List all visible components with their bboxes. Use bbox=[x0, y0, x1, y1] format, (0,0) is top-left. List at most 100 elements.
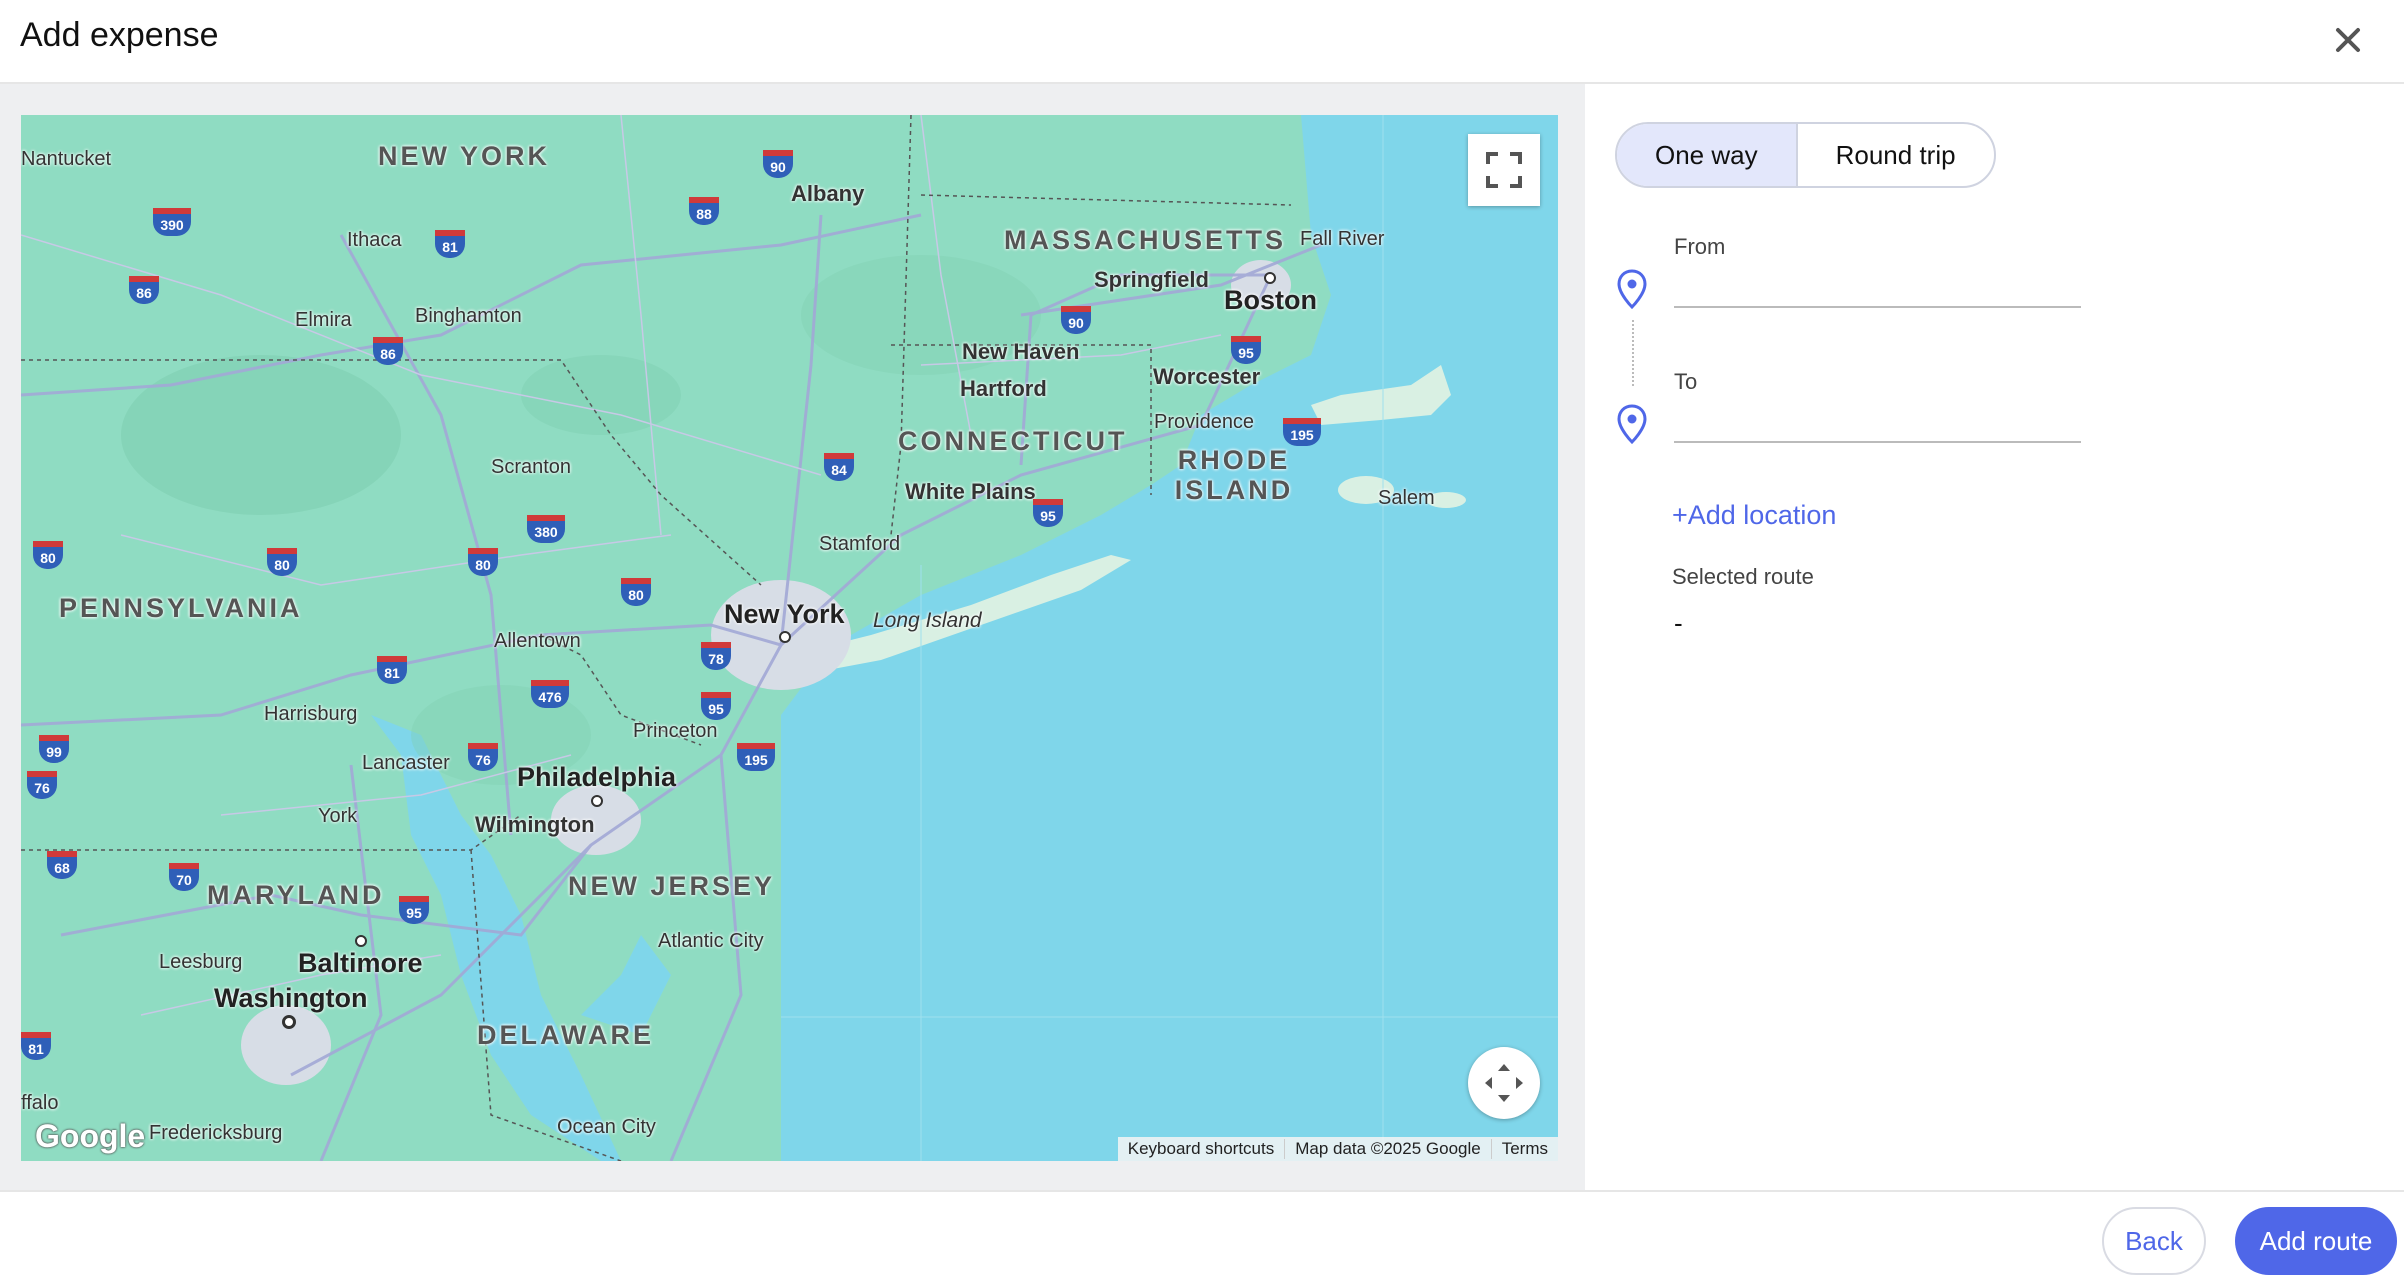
city-label: Fall River bbox=[1300, 228, 1385, 250]
interstate-shield: 80 bbox=[33, 541, 63, 569]
interstate-shield: 99 bbox=[39, 735, 69, 763]
interstate-shield: 88 bbox=[689, 197, 719, 225]
city-label: York bbox=[318, 805, 358, 827]
fullscreen-icon bbox=[1486, 152, 1522, 188]
city-label: Boston bbox=[1224, 285, 1317, 315]
water-label: Long Island bbox=[873, 609, 982, 632]
route-panel: One way Round trip From To +Add location… bbox=[1585, 84, 2404, 1190]
interstate-shield: 81 bbox=[21, 1032, 51, 1060]
close-button[interactable] bbox=[2326, 18, 2370, 62]
dialog-footer: Back Add route bbox=[0, 1190, 2404, 1286]
map-attribution: Keyboard shortcuts Map data ©2025 Google… bbox=[1117, 1137, 1558, 1161]
city-label: ffalo bbox=[21, 1092, 59, 1114]
state-label: MASSACHUSETTS bbox=[1004, 225, 1287, 255]
state-label: MARYLAND bbox=[207, 880, 385, 910]
interstate-shield: 80 bbox=[267, 548, 297, 576]
interstate-shield: 81 bbox=[435, 230, 465, 258]
google-logo: Google bbox=[35, 1118, 146, 1154]
city-label: Fredericksburg bbox=[149, 1122, 283, 1144]
city-dot bbox=[779, 631, 791, 643]
round-trip-option[interactable]: Round trip bbox=[1798, 124, 1994, 186]
city-label: Providence bbox=[1154, 411, 1255, 433]
city-label: Albany bbox=[791, 181, 865, 206]
city-label: Ocean City bbox=[557, 1116, 656, 1138]
city-label: Atlantic City bbox=[658, 930, 764, 952]
selected-route-label: Selected route bbox=[1672, 564, 1814, 589]
city-label: Leesburg bbox=[159, 951, 243, 973]
interstate-shield: 68 bbox=[47, 851, 77, 879]
interstate-shield: 390 bbox=[153, 208, 191, 236]
map[interactable]: NEW YORK MASSACHUSETTS CONNECTICUT RHODE… bbox=[21, 115, 1558, 1161]
city-dot bbox=[355, 935, 367, 947]
state-label: NEW JERSEY bbox=[568, 871, 776, 901]
city-dot bbox=[1264, 272, 1276, 284]
interstate-shield: 80 bbox=[468, 548, 498, 576]
city-label: Baltimore bbox=[298, 948, 423, 978]
city-label: Hartford bbox=[960, 376, 1047, 401]
interstate-shield: 86 bbox=[373, 337, 403, 365]
city-dot bbox=[591, 795, 603, 807]
city-label: Harrisburg bbox=[264, 703, 358, 725]
add-route-button[interactable]: Add route bbox=[2235, 1207, 2397, 1275]
one-way-option[interactable]: One way bbox=[1617, 124, 1798, 186]
interstate-shield: 195 bbox=[1283, 418, 1321, 446]
city-label: Salem bbox=[1378, 487, 1435, 509]
interstate-shield: 90 bbox=[763, 150, 793, 178]
city-label: Lancaster bbox=[362, 752, 450, 774]
city-label: Scranton bbox=[491, 456, 572, 478]
city-label: Binghamton bbox=[415, 305, 522, 327]
dialog-title: Add expense bbox=[20, 16, 219, 54]
interstate-shield: 70 bbox=[169, 863, 199, 891]
city-label: Washington bbox=[214, 983, 368, 1013]
keyboard-shortcuts-link[interactable]: Keyboard shortcuts bbox=[1118, 1139, 1284, 1159]
city-label: New York bbox=[724, 599, 845, 629]
city-label: Elmira bbox=[295, 309, 352, 331]
back-button[interactable]: Back bbox=[2102, 1207, 2206, 1275]
fullscreen-button[interactable] bbox=[1468, 134, 1540, 206]
interstate-shield: 95 bbox=[399, 896, 429, 924]
city-label: Wilmington bbox=[475, 812, 595, 837]
state-label: PENNSYLVANIA bbox=[59, 593, 303, 623]
city-label: Ithaca bbox=[347, 229, 402, 251]
city-label: Worcester bbox=[1153, 364, 1261, 389]
dialog-header: Add expense bbox=[0, 0, 2404, 84]
interstate-shield: 95 bbox=[1231, 336, 1261, 364]
map-data-text: Map data ©2025 Google bbox=[1284, 1139, 1491, 1159]
city-label: New Haven bbox=[962, 339, 1080, 364]
city-label: Allentown bbox=[494, 630, 581, 652]
trip-type-toggle: One way Round trip bbox=[1615, 122, 1996, 188]
interstate-shield: 81 bbox=[377, 656, 407, 684]
interstate-shield: 195 bbox=[737, 743, 775, 771]
state-label: NEW YORK bbox=[378, 141, 551, 171]
city-label: Philadelphia bbox=[517, 762, 677, 792]
location-pin-icon bbox=[1617, 269, 1647, 310]
state-label: RHODE ISLAND bbox=[1174, 445, 1294, 505]
selected-route-value: - bbox=[1674, 608, 1683, 638]
interstate-shield: 95 bbox=[701, 692, 731, 720]
interstate-shield: 76 bbox=[27, 771, 57, 799]
add-location-link[interactable]: +Add location bbox=[1672, 500, 1836, 531]
interstate-shield: 86 bbox=[129, 276, 159, 304]
interstate-shield: 78 bbox=[701, 642, 731, 670]
city-label: White Plains bbox=[905, 479, 1036, 504]
state-label: DELAWARE bbox=[477, 1020, 655, 1050]
city-label: Princeton bbox=[633, 720, 718, 742]
city-label: Stamford bbox=[819, 533, 901, 555]
to-label: To bbox=[1674, 369, 1698, 394]
close-icon bbox=[2336, 28, 2360, 52]
camera-control-icon bbox=[1485, 1064, 1523, 1102]
location-pin-icon bbox=[1617, 404, 1647, 445]
map-panel: NEW YORK MASSACHUSETTS CONNECTICUT RHODE… bbox=[0, 84, 1585, 1190]
interstate-shield: 90 bbox=[1061, 306, 1091, 334]
camera-control-button[interactable] bbox=[1468, 1047, 1540, 1119]
state-label: CONNECTICUT bbox=[898, 426, 1128, 456]
interstate-shield: 80 bbox=[621, 578, 651, 606]
city-label: Springfield bbox=[1094, 267, 1209, 292]
from-input[interactable] bbox=[1674, 264, 2081, 308]
to-input[interactable] bbox=[1674, 399, 2081, 443]
from-label: From bbox=[1674, 234, 1726, 259]
terms-link[interactable]: Terms bbox=[1490, 1139, 1558, 1159]
interstate-shield: 476 bbox=[531, 680, 569, 708]
interstate-shield: 76 bbox=[468, 743, 498, 771]
interstate-shield: 95 bbox=[1033, 499, 1063, 527]
